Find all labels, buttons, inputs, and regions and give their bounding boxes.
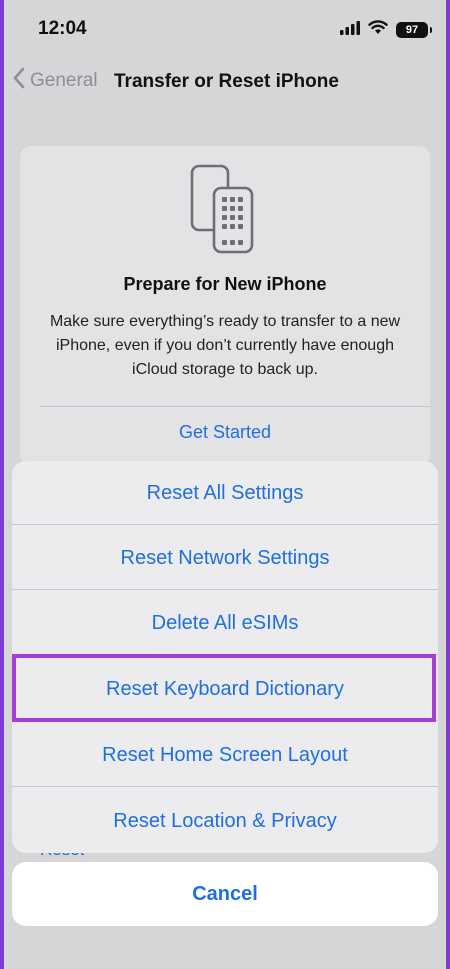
back-button[interactable]: General [12,66,98,96]
card-description: Make sure everything’s ready to transfer… [49,313,401,378]
status-bar: 12:04 97 [4,0,446,54]
cancel-button[interactable]: Cancel [12,862,438,926]
delete-all-esims-button[interactable]: Delete All eSIMs [12,591,438,655]
wifi-icon [368,20,388,40]
card-divider [40,406,430,407]
reset-location-privacy-button[interactable]: Reset Location & Privacy [12,789,438,853]
reset-all-settings-button[interactable]: Reset All Settings [12,461,438,525]
status-icons: 97 [340,20,432,40]
status-time: 12:04 [38,18,87,39]
nav-bar: General Transfer or Reset iPhone [4,58,446,104]
action-sheet: Reset All Settings Reset Network Setting… [12,461,438,853]
screen: 12:04 97 General Transfer or Reset iPhon… [4,0,446,969]
card-title: Prepare for New iPhone [123,274,327,294]
phone-transfer-icon [188,164,258,256]
back-label: General [30,70,98,91]
battery-icon: 97 [396,22,432,38]
reset-home-screen-layout-button[interactable]: Reset Home Screen Layout [12,723,438,787]
chevron-left-icon [12,66,26,96]
get-started-button[interactable]: Get Started [20,422,430,443]
reset-keyboard-dictionary-button[interactable]: Reset Keyboard Dictionary [12,657,438,721]
page-title: Transfer or Reset iPhone [114,71,339,92]
reset-network-settings-button[interactable]: Reset Network Settings [12,526,438,590]
cellular-signal-icon [340,20,360,40]
prepare-card: Prepare for New iPhone Make sure everyth… [20,146,430,466]
